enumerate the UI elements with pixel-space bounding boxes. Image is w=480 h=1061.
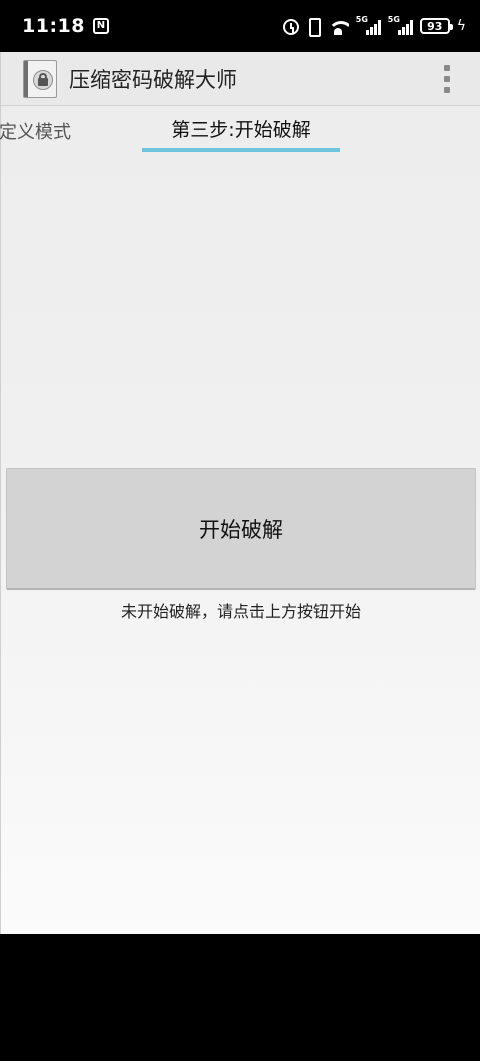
status-left: 11:18 N — [22, 15, 109, 37]
signal-icon: 5G — [355, 15, 381, 35]
lock-app-icon — [23, 59, 57, 98]
status-time: 11:18 — [22, 15, 85, 37]
crack-status-text: 未开始破解，请点击上方按钮开始 — [120, 602, 361, 621]
signal-icon-2: 5G — [387, 15, 413, 35]
wifi-icon — [327, 17, 349, 35]
signal-tag-2: 5G — [387, 15, 400, 24]
charging-bolt-icon: ϟ — [456, 18, 466, 34]
status-bar: 11:18 N 5G 5G 93 ϟ — [0, 0, 480, 52]
tab-custom-mode[interactable]: 定义模式 — [0, 118, 71, 144]
action-bar: 压缩密码破解大师 — [1, 52, 480, 106]
tab-indicator — [142, 148, 340, 152]
app-title: 压缩密码破解大师 — [69, 67, 237, 92]
nfc-icon: N — [92, 18, 109, 34]
signal-tag: 5G — [355, 15, 368, 24]
battery-icon: 93 — [419, 18, 453, 34]
phone-screen: 11:18 N 5G 5G 93 ϟ 压缩密码破解大师 定义模式 第三步:开始破… — [0, 0, 480, 1061]
bottom-black-area — [0, 934, 480, 1061]
start-crack-button[interactable]: 开始破解 — [6, 468, 476, 590]
alarm-icon — [282, 17, 299, 35]
status-right: 5G 5G 93 ϟ — [282, 15, 466, 37]
step-tabs: 定义模式 第三步:开始破解 — [0, 106, 480, 154]
tab-start-crack[interactable]: 第三步:开始破解 — [142, 106, 340, 151]
overflow-menu-icon[interactable] — [440, 62, 454, 96]
app-window: 压缩密码破解大师 定义模式 第三步:开始破解 开始破解 未开始破解，请点击上方按… — [0, 52, 480, 934]
vibrate-icon — [306, 17, 321, 37]
